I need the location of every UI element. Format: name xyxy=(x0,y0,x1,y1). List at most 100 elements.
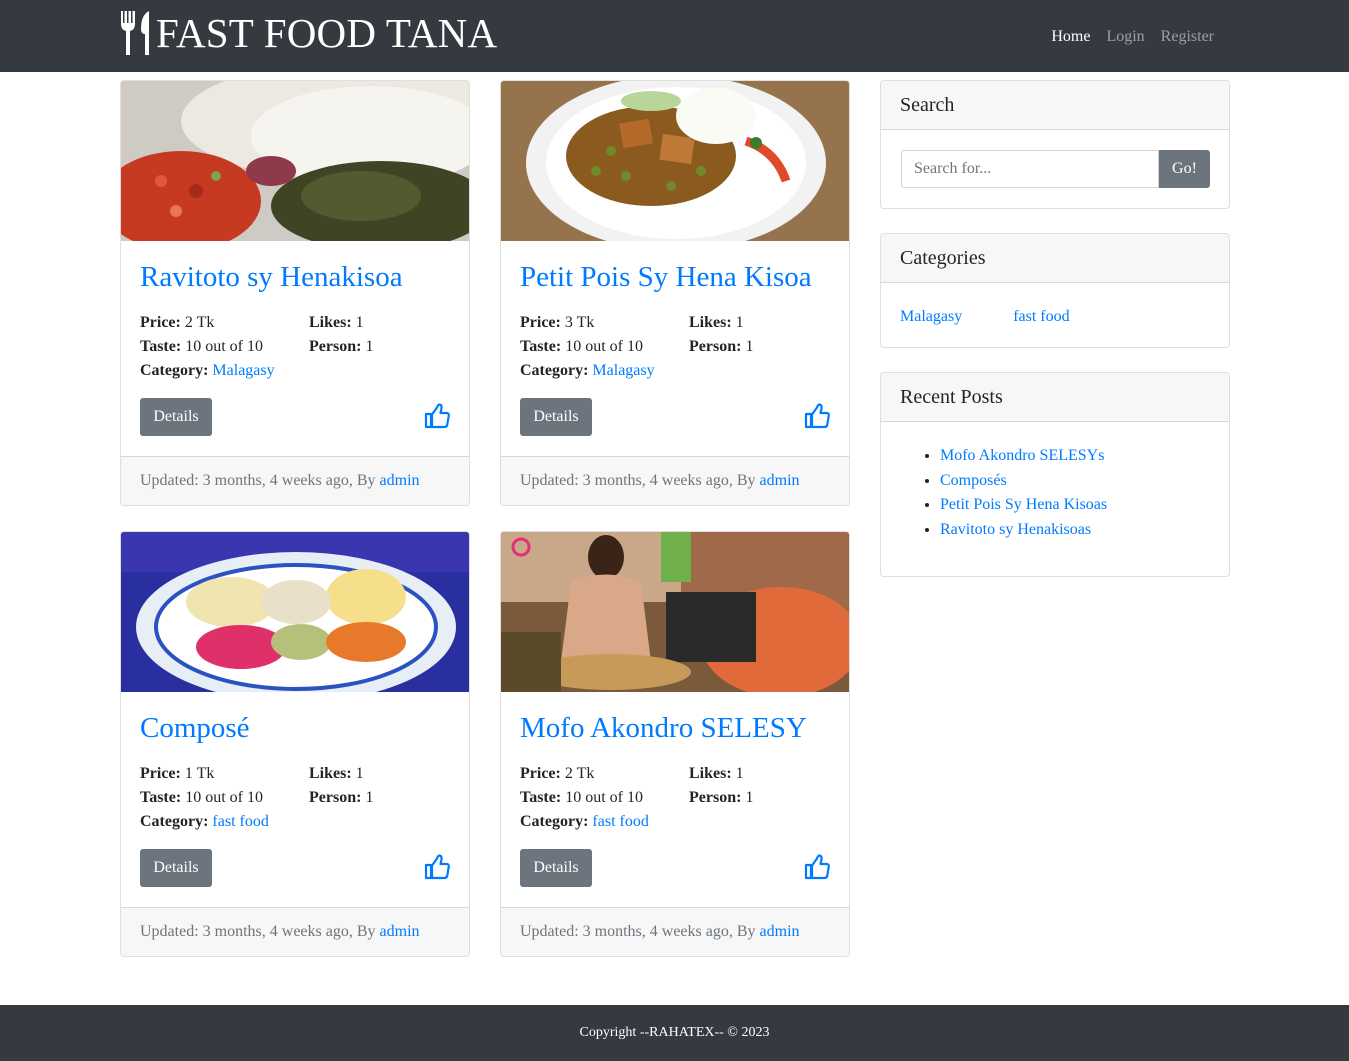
taste-label: Taste: xyxy=(520,338,562,355)
post-meta: Price: 3 Tk Likes: 1 Taste: 10 out of 10… xyxy=(520,311,830,383)
recent-posts-widget-title: Recent Posts xyxy=(881,373,1229,422)
updated-value: 3 months, 4 weeks ago xyxy=(202,472,349,489)
thumbs-up-icon[interactable] xyxy=(804,854,830,880)
taste-label: Taste: xyxy=(520,789,562,806)
top-navbar: FAST FOOD TANA Home Login Register xyxy=(0,0,1349,72)
price-label: Price: xyxy=(140,765,181,782)
search-go-button[interactable]: Go! xyxy=(1159,150,1210,188)
category-link[interactable]: fast food xyxy=(212,813,268,830)
category-link-malagasy[interactable]: Malagasy xyxy=(900,306,962,328)
post-title-link[interactable]: Composé xyxy=(140,711,250,745)
updated-label: Updated: xyxy=(140,472,203,489)
author-link[interactable]: admin xyxy=(380,923,420,940)
details-button[interactable]: Details xyxy=(520,849,592,887)
post-meta: Price: 1 Tk Likes: 1 Taste: 10 out of 10… xyxy=(140,762,450,834)
category-label: Category: xyxy=(140,362,209,379)
recent-post-link[interactable]: Petit Pois Sy Hena Kisoas xyxy=(940,496,1107,513)
by-label: , By xyxy=(728,923,760,940)
search-widget: Search Go! xyxy=(880,80,1230,209)
by-label: , By xyxy=(348,472,380,489)
likes-label: Likes: xyxy=(689,765,732,782)
likes-label: Likes: xyxy=(689,314,732,331)
list-item: Petit Pois Sy Hena Kisoas xyxy=(940,493,1107,518)
recent-post-link[interactable]: Ravitoto sy Henakisoas xyxy=(940,521,1091,538)
thumbs-up-icon[interactable] xyxy=(424,854,450,880)
nav-register-link[interactable]: Register xyxy=(1153,26,1222,48)
updated-value: 3 months, 4 weeks ago xyxy=(202,923,349,940)
recent-post-link[interactable]: Mofo Akondro SELESYs xyxy=(940,447,1104,464)
by-label: , By xyxy=(728,472,760,489)
updated-label: Updated: xyxy=(140,923,203,940)
category-link[interactable]: Malagasy xyxy=(212,362,274,379)
author-link[interactable]: admin xyxy=(760,472,800,489)
likes-value: 1 xyxy=(355,314,364,331)
category-list: Malagasy fast food xyxy=(900,306,1070,328)
recent-posts-list: Mofo Akondro SELESYs Composés Petit Pois… xyxy=(940,444,1107,543)
person-value: 1 xyxy=(745,789,754,806)
brand-title: FAST FOOD TANA xyxy=(156,10,498,56)
recent-posts-widget: Recent Posts Mofo Akondro SELESYs Compos… xyxy=(880,372,1230,577)
post-footer: Updated: 3 months, 4 weeks ago, By admin xyxy=(501,907,849,956)
post-image[interactable] xyxy=(501,81,849,241)
taste-value: 10 out of 10 xyxy=(565,789,643,806)
price-label: Price: xyxy=(520,765,561,782)
nav-login-link[interactable]: Login xyxy=(1098,26,1152,48)
nav-home-link[interactable]: Home xyxy=(1043,26,1098,48)
updated-label: Updated: xyxy=(520,923,583,940)
post-card: Ravitoto sy Henakisoa Price: 2 Tk Likes:… xyxy=(120,80,470,506)
person-value: 1 xyxy=(365,338,374,355)
recent-post-link[interactable]: Composés xyxy=(940,472,1007,489)
price-value: 2 Tk xyxy=(564,765,595,782)
price-label: Price: xyxy=(140,314,181,331)
taste-value: 10 out of 10 xyxy=(185,338,263,355)
nav-links: Home Login Register xyxy=(1043,26,1222,48)
list-item: Ravitoto sy Henakisoas xyxy=(940,518,1107,543)
author-link[interactable]: admin xyxy=(380,472,420,489)
category-link-fast-food[interactable]: fast food xyxy=(1013,306,1069,328)
thumbs-up-icon[interactable] xyxy=(804,403,830,429)
likes-label: Likes: xyxy=(309,314,352,331)
person-value: 1 xyxy=(745,338,754,355)
details-button[interactable]: Details xyxy=(140,398,212,436)
likes-value: 1 xyxy=(735,314,744,331)
list-item: Mofo Akondro SELESYs xyxy=(940,444,1107,469)
details-button[interactable]: Details xyxy=(140,849,212,887)
post-meta: Price: 2 Tk Likes: 1 Taste: 10 out of 10… xyxy=(140,311,450,383)
post-title-link[interactable]: Ravitoto sy Henakisoa xyxy=(140,260,403,294)
taste-value: 10 out of 10 xyxy=(565,338,643,355)
author-link[interactable]: admin xyxy=(760,923,800,940)
post-image[interactable] xyxy=(501,532,849,692)
post-image[interactable] xyxy=(121,532,469,692)
likes-value: 1 xyxy=(735,765,744,782)
copyright-text: Copyright --RAHATEX-- © 2023 xyxy=(579,1025,770,1040)
details-button[interactable]: Details xyxy=(520,398,592,436)
person-label: Person: xyxy=(689,789,742,806)
category-link[interactable]: fast food xyxy=(592,813,648,830)
price-value: 1 Tk xyxy=(184,765,215,782)
category-link[interactable]: Malagasy xyxy=(592,362,654,379)
taste-value: 10 out of 10 xyxy=(185,789,263,806)
post-card: Composé Price: 1 Tk Likes: 1 Taste: 10 o… xyxy=(120,531,470,957)
thumbs-up-icon[interactable] xyxy=(424,403,450,429)
updated-value: 3 months, 4 weeks ago xyxy=(582,472,729,489)
price-label: Price: xyxy=(520,314,561,331)
price-value: 3 Tk xyxy=(564,314,595,331)
post-footer: Updated: 3 months, 4 weeks ago, By admin xyxy=(121,456,469,505)
search-form: Go! xyxy=(901,150,1210,188)
post-footer: Updated: 3 months, 4 weeks ago, By admin xyxy=(501,456,849,505)
category-label: Category: xyxy=(520,362,589,379)
taste-label: Taste: xyxy=(140,789,182,806)
search-widget-title: Search xyxy=(881,81,1229,130)
category-label: Category: xyxy=(140,813,209,830)
post-title-link[interactable]: Petit Pois Sy Hena Kisoa xyxy=(520,260,812,294)
post-title-link[interactable]: Mofo Akondro SELESY xyxy=(520,711,807,745)
likes-value: 1 xyxy=(355,765,364,782)
post-meta: Price: 2 Tk Likes: 1 Taste: 10 out of 10… xyxy=(520,762,830,834)
post-image[interactable] xyxy=(121,81,469,241)
updated-value: 3 months, 4 weeks ago xyxy=(582,923,729,940)
post-card: Petit Pois Sy Hena Kisoa Price: 3 Tk Lik… xyxy=(500,80,850,506)
person-label: Person: xyxy=(689,338,742,355)
search-input[interactable] xyxy=(901,150,1159,188)
brand-link[interactable]: FAST FOOD TANA xyxy=(119,8,497,58)
list-item: Composés xyxy=(940,469,1107,494)
